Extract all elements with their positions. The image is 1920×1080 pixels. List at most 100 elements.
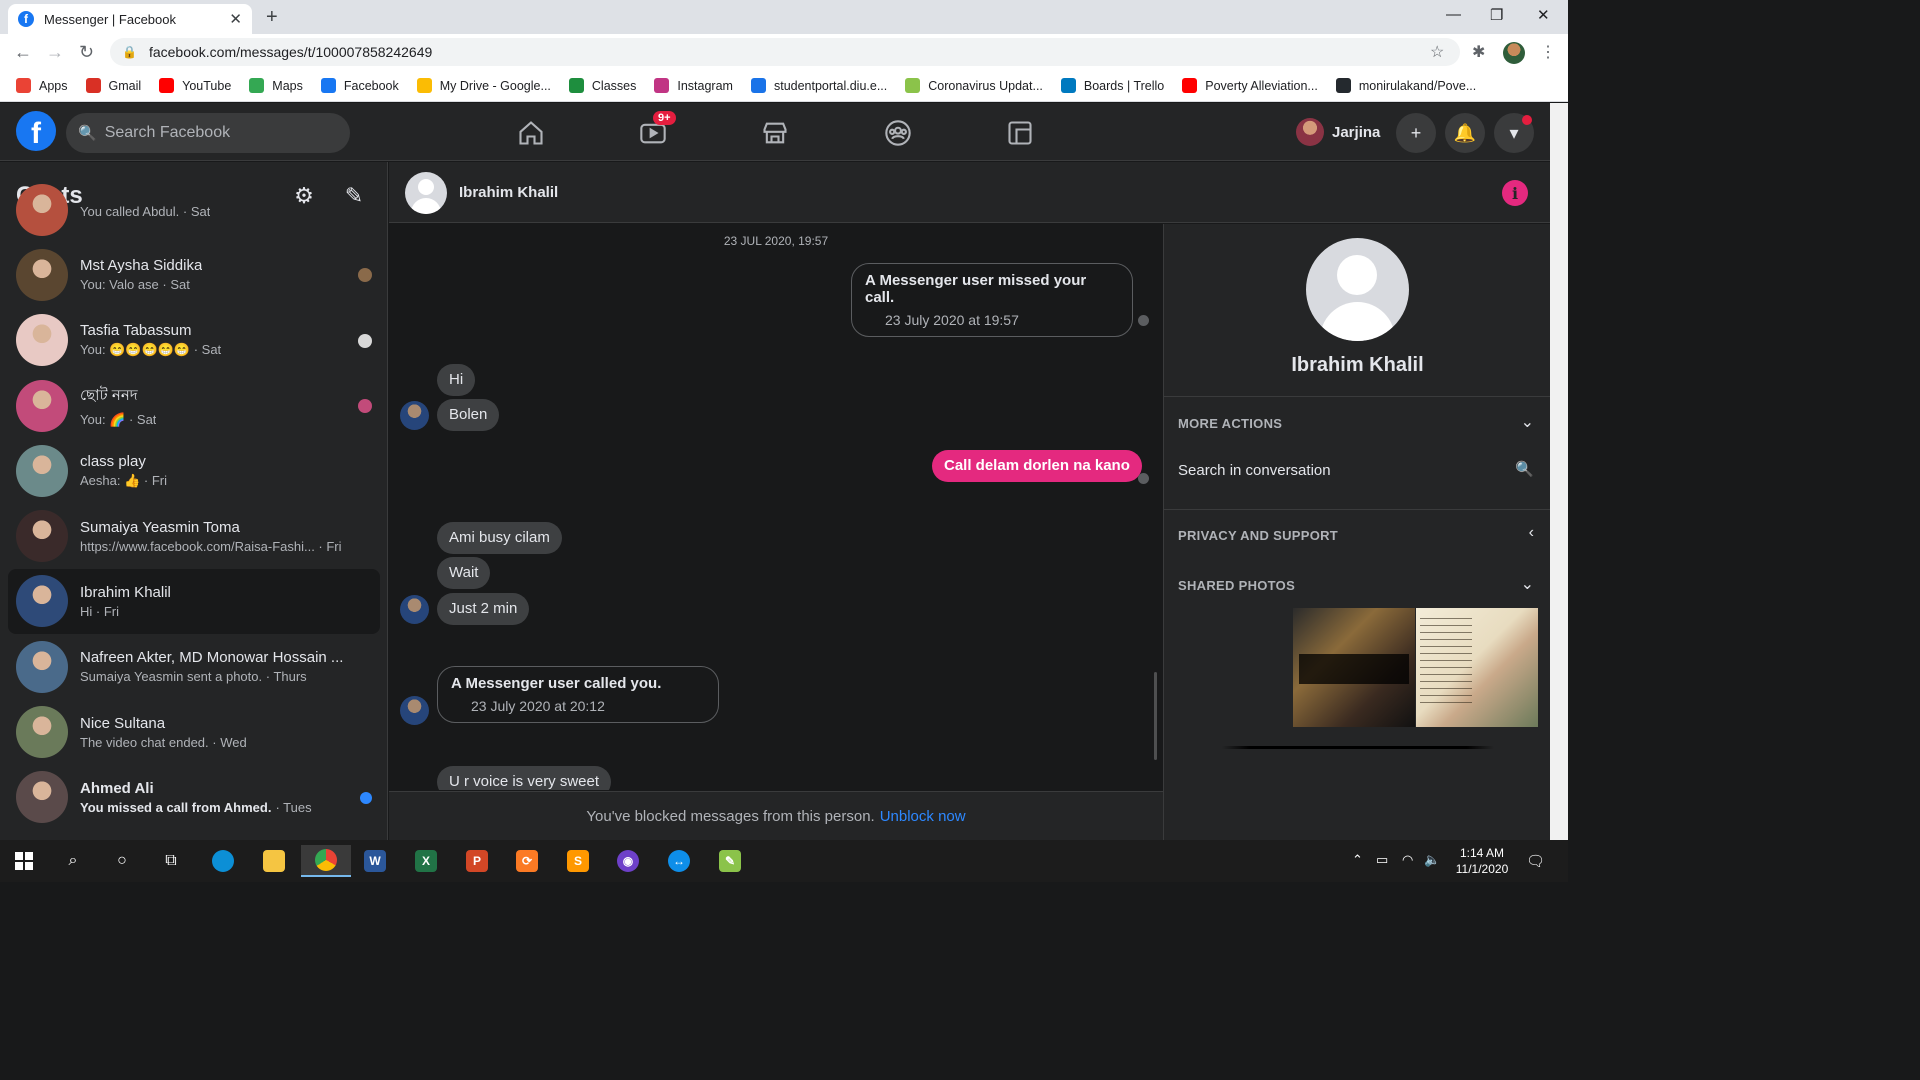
chat-list-item[interactable]: class play Aesha: 👍 · Fri (8, 438, 380, 503)
chevron-down-icon[interactable]: ⌄ (1521, 412, 1534, 432)
chevron-left-icon[interactable]: ‹ (1529, 524, 1534, 542)
sublime-text-icon[interactable]: S (558, 845, 598, 877)
account-menu-button[interactable]: ▾ (1494, 113, 1534, 153)
chat-list-item[interactable]: Ahmed Ali You missed a call from Ahmed. · … (8, 765, 380, 830)
chat-list-item[interactable]: Nice Sultana The video chat ended. · Wed (8, 699, 380, 764)
message-bubble[interactable]: Bolen (437, 399, 500, 431)
sender-avatar[interactable] (400, 595, 429, 624)
reload-icon[interactable]: ↻ (79, 42, 94, 63)
chevron-down-icon[interactable]: ⌄ (1521, 574, 1534, 594)
info-icon[interactable]: i (1502, 180, 1528, 206)
bookmark-item[interactable]: Instagram (654, 78, 733, 93)
bookmark-label: YouTube (182, 78, 232, 93)
message-bubble-sent[interactable]: Call delam dorlen na kano (932, 450, 1142, 482)
volume-icon[interactable]: 🔈 (1424, 852, 1440, 868)
bookmark-item[interactable]: Boards | Trello (1060, 78, 1164, 93)
profile-shortcut[interactable]: Jarjina (1296, 118, 1380, 146)
message-bubble[interactable]: Hi (437, 364, 476, 396)
chat-list-item[interactable]: You called Abdul. · Sat (8, 177, 380, 242)
bookmark-item[interactable]: Apps (16, 78, 68, 93)
chat-list-item[interactable]: Mst Aysha Siddika You: Valo ase · Sat (8, 242, 380, 307)
search-icon[interactable]: ⌕ (53, 845, 93, 877)
missed-call-card[interactable]: A Messenger user missed your call. 23 Ju… (851, 263, 1133, 337)
create-button[interactable]: + (1396, 113, 1436, 153)
chat-list-item[interactable]: Ibrahim Khalil Hi · Fri (8, 568, 380, 635)
menu-kebab-icon[interactable]: ⋮ (1540, 42, 1556, 62)
chat-list-item[interactable]: Sumaiya Yeasmin Toma https://www.facebook… (8, 503, 380, 568)
bookmark-item[interactable]: Classes (568, 78, 636, 93)
unblock-link[interactable]: Unblock now (880, 808, 966, 825)
chat-list-item[interactable]: ছোট ননদ You: 🌈 · Sat (8, 373, 380, 438)
chat-list-item[interactable]: Nafreen Akter, MD Monowar Hossain ... Sum… (8, 634, 380, 699)
privacy-support-header[interactable]: PRIVACY AND SUPPORT (1178, 528, 1338, 543)
bookmark-item[interactable]: Gmail (85, 78, 141, 93)
new-tab-button[interactable]: + (266, 6, 278, 29)
url-text: facebook.com/messages/t/100007858242649 (148, 44, 433, 60)
back-icon[interactable]: ← (14, 42, 32, 63)
word-icon[interactable]: W (355, 845, 395, 877)
restore-icon[interactable]: ❐ (1490, 6, 1503, 24)
marketplace-icon[interactable] (755, 113, 795, 153)
sender-avatar[interactable] (400, 401, 429, 430)
bookmark-star-icon[interactable]: ☆ (1430, 42, 1444, 62)
shared-photo[interactable] (1293, 608, 1415, 727)
message-bubble[interactable]: Ami busy cilam (437, 522, 562, 554)
contact-name[interactable]: Ibrahim Khalil (459, 184, 558, 201)
search-in-conversation[interactable]: Search in conversation (1178, 462, 1331, 479)
bookmark-item[interactable]: YouTube (159, 78, 231, 93)
app-icon[interactable]: ✎ (710, 845, 750, 877)
bookmark-item[interactable]: Facebook (320, 78, 399, 93)
browser-profile-avatar[interactable] (1503, 42, 1525, 64)
extensions-icon[interactable]: ✱ (1472, 42, 1485, 62)
facebook-logo-icon[interactable]: f (16, 111, 56, 151)
shared-photo[interactable] (1416, 608, 1538, 727)
teamviewer-icon[interactable]: ↔ (659, 845, 699, 877)
page-scrollbar[interactable] (1550, 103, 1568, 840)
notifications-button[interactable]: 🔔 (1445, 113, 1485, 153)
sender-avatar[interactable] (400, 696, 429, 725)
groups-icon[interactable] (878, 113, 918, 153)
excel-icon[interactable]: X (406, 845, 446, 877)
incoming-call-card[interactable]: A Messenger user called you. 23 July 202… (437, 666, 719, 723)
home-icon[interactable] (511, 113, 551, 153)
task-view-icon[interactable]: ⧉ (151, 845, 191, 877)
powerpoint-icon[interactable]: P (457, 845, 497, 877)
battery-icon[interactable]: ▭ (1376, 852, 1388, 868)
browser-tab[interactable]: f Messenger | Facebook ✕ (8, 4, 252, 34)
chevron-up-icon[interactable]: ⌃ (1352, 852, 1363, 868)
more-actions-header[interactable]: MORE ACTIONS (1178, 416, 1282, 431)
contact-avatar[interactable] (405, 172, 447, 214)
chrome-icon[interactable] (301, 845, 351, 877)
window-close-icon[interactable]: ✕ (1537, 6, 1550, 24)
xampp-icon[interactable]: ⟳ (507, 845, 547, 877)
chat-list-item[interactable]: Tasfia Tabassum You: 😁😁😁😁😁 · Sat (8, 308, 380, 373)
message-bubble[interactable]: U r voice is very sweet (437, 766, 612, 790)
bookmark-item[interactable]: Coronavirus Updat... (905, 78, 1043, 93)
notification-center-icon[interactable]: 🗨 (1526, 852, 1545, 870)
forward-icon[interactable]: → (46, 42, 64, 63)
bookmark-item[interactable]: studentportal.diu.e... (750, 78, 887, 93)
search-icon[interactable]: 🔍 (1515, 460, 1534, 478)
shared-photos-header[interactable]: SHARED PHOTOS (1178, 578, 1295, 593)
windows-start-icon[interactable] (4, 845, 44, 877)
search-input[interactable]: 🔍 Search Facebook (66, 113, 350, 153)
cortana-icon[interactable]: ○ (102, 845, 142, 877)
address-bar[interactable]: 🔒 facebook.com/messages/t/10000785824264… (110, 38, 1460, 66)
contact-profile-picture[interactable] (1306, 238, 1409, 341)
edge-icon[interactable] (203, 845, 243, 877)
bookmark-item[interactable]: Poverty Alleviation... (1182, 78, 1318, 93)
message-bubble[interactable]: Just 2 min (437, 593, 530, 625)
bookmark-item[interactable]: My Drive - Google... (416, 78, 551, 93)
message-bubble[interactable]: Wait (437, 557, 491, 589)
tab-close-icon[interactable]: ✕ (229, 10, 242, 28)
file-explorer-icon[interactable] (254, 845, 294, 877)
gaming-icon[interactable] (1000, 113, 1040, 153)
github-desktop-icon[interactable]: ◉ (608, 845, 648, 877)
minimize-icon[interactable]: — (1446, 6, 1461, 23)
system-clock[interactable]: 1:14 AM 11/1/2020 (1446, 845, 1518, 877)
thread-scrollbar[interactable] (1154, 672, 1157, 760)
bookmark-item[interactable]: monirulakand/Pove... (1335, 78, 1476, 93)
watch-icon[interactable]: 9+ (633, 111, 676, 153)
bookmark-item[interactable]: Maps (249, 78, 303, 93)
wifi-icon[interactable]: ◠ (1402, 852, 1413, 868)
